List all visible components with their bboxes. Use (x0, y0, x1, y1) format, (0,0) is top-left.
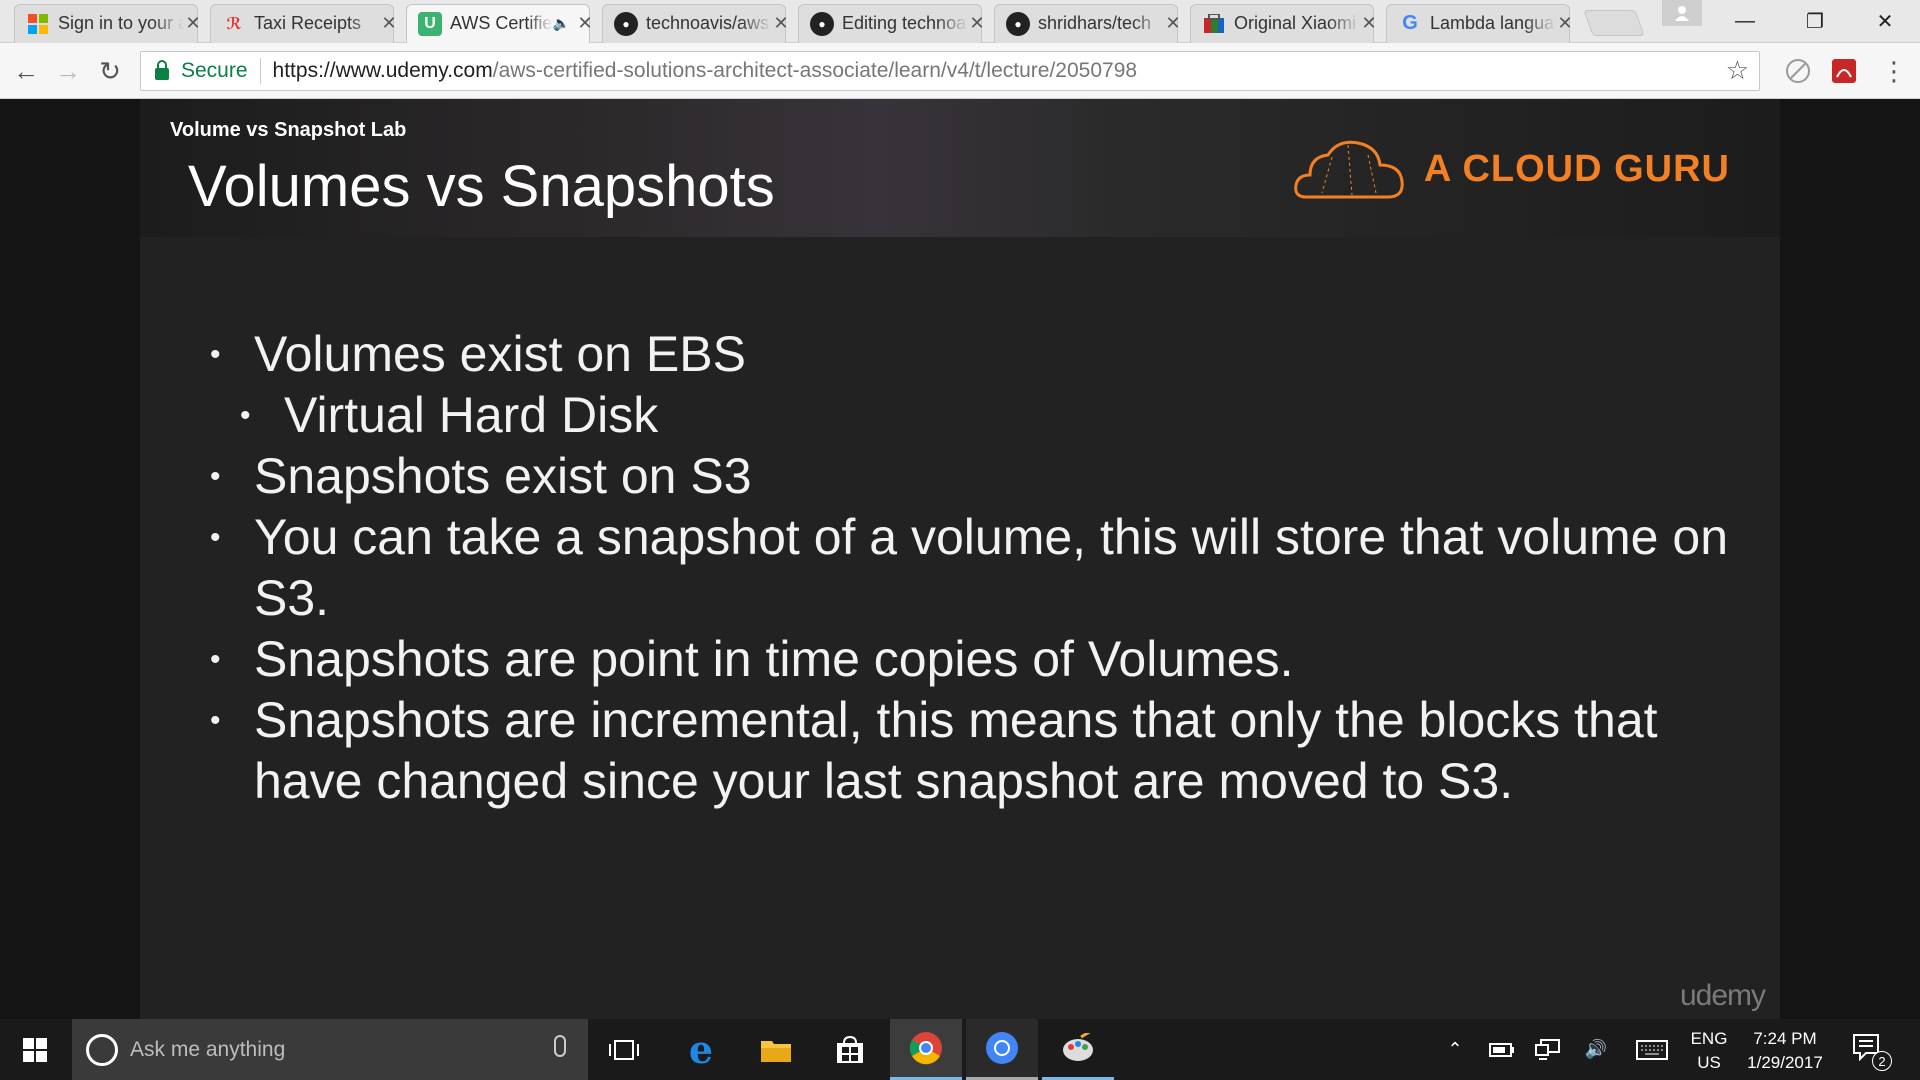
search-placeholder: Ask me anything (130, 1037, 286, 1061)
close-tab-icon[interactable]: ✕ (1164, 13, 1182, 34)
notification-badge: 2 (1872, 1051, 1892, 1071)
edge-icon[interactable]: e (665, 1019, 737, 1080)
cloud-logo-icon (1294, 140, 1404, 199)
github-icon: ● (1006, 11, 1030, 36)
profile-icon[interactable] (1662, 0, 1702, 26)
store-icon[interactable] (814, 1019, 886, 1080)
task-view-icon[interactable] (588, 1019, 660, 1080)
close-tab-icon[interactable]: ✕ (184, 13, 202, 34)
back-icon[interactable]: ← (8, 53, 44, 89)
close-tab-icon[interactable]: ✕ (772, 13, 790, 34)
slide-title: Volumes vs Snapshots (188, 154, 775, 219)
file-explorer-icon[interactable] (740, 1019, 812, 1080)
clock-time: 7:24 PM (1753, 1029, 1817, 1048)
tab-title: Editing technoavis (842, 13, 968, 33)
windows-icon (23, 1037, 47, 1062)
action-center-icon[interactable]: 2 (1852, 1033, 1892, 1071)
google-icon: G (1402, 12, 1418, 34)
menu-icon[interactable]: ⋮ (1878, 55, 1910, 87)
tab-title: technoavis/aws (646, 13, 770, 33)
bullet-item: Snapshots are point in time copies of Vo… (210, 629, 1730, 690)
tab-aws-certified[interactable]: U AWS Certified Solutions Architect 🔈 ✕ (392, 4, 604, 43)
chrome-icon[interactable] (890, 1019, 962, 1080)
tab-title: Sign in to your account (58, 13, 184, 33)
brand-name: A CLOUD GURU (1423, 147, 1730, 190)
close-tab-icon[interactable]: ✕ (1556, 13, 1574, 34)
secure-label: Secure (181, 59, 248, 82)
start-button[interactable] (0, 1019, 70, 1080)
cortana-search[interactable]: Ask me anything (72, 1019, 588, 1080)
tab-title: Lambda language (1430, 13, 1556, 33)
minimize-icon[interactable]: — (1710, 0, 1780, 43)
cortana-icon (86, 1033, 118, 1066)
bullet-item: Snapshots are incremental, this means th… (210, 690, 1730, 812)
volume-icon[interactable]: 🔊 (1578, 1019, 1614, 1080)
tab-lambda[interactable]: G Lambda language ✕ (1372, 4, 1584, 43)
tab-editing[interactable]: ● Editing technoavis ✕ (784, 4, 996, 43)
close-tab-icon[interactable]: ✕ (380, 13, 398, 34)
lab-label: Volume vs Snapshot Lab (170, 119, 407, 141)
tab-title: Taxi Receipts (254, 13, 362, 33)
udemy-icon: U (418, 11, 442, 36)
brand-logo: A CLOUD GURU (1292, 135, 1730, 203)
region-code: US (1697, 1053, 1721, 1072)
bullet-item: You can take a snapshot of a volume, thi… (210, 507, 1730, 629)
close-tab-icon[interactable]: ✕ (968, 13, 986, 34)
chrome-canary-icon[interactable] (966, 1019, 1038, 1080)
restore-icon[interactable]: ❐ (1780, 0, 1850, 43)
language-code: ENG (1690, 1029, 1728, 1048)
video-player[interactable]: Volume vs Snapshot Lab Volumes vs Snapsh… (0, 99, 1920, 1019)
address-bar[interactable]: Secure https://www.udemy.com /aws-certif… (140, 51, 1760, 91)
forward-icon[interactable]: → (50, 53, 86, 89)
lecture-slide: Volume vs Snapshot Lab Volumes vs Snapsh… (140, 99, 1780, 1019)
microsoft-icon (26, 12, 50, 36)
show-hidden-icons-icon[interactable]: ⌃ (1440, 1019, 1470, 1080)
taskbar: Ask me anything e ⌃ 🔊 ENG US 7:24 PM 1/2… (0, 1019, 1920, 1080)
microphone-icon[interactable] (554, 1035, 566, 1057)
tab-title: AWS Certified Solutions Architect (450, 13, 553, 33)
bullet-list: Volumes exist on EBS Virtual Hard Disk S… (210, 324, 1730, 812)
github-icon: ● (614, 11, 638, 36)
system-clock[interactable]: 7:24 PM 1/29/2017 (1740, 1027, 1830, 1075)
tab-title: Original Xiaomi (1234, 13, 1357, 33)
paint-icon[interactable] (1042, 1019, 1114, 1080)
extension-icon[interactable] (1782, 55, 1814, 87)
close-tab-icon[interactable]: ✕ (576, 13, 594, 34)
lock-icon (155, 60, 169, 80)
speaker-icon[interactable]: 🔈 (553, 15, 570, 32)
reload-icon[interactable]: ↻ (92, 53, 128, 89)
clock-date: 1/29/2017 (1747, 1053, 1823, 1072)
language-indicator[interactable]: ENG US (1686, 1027, 1732, 1075)
keyboard-icon[interactable] (1630, 1019, 1674, 1080)
tab-strip: Sign in to your account ✕ ℛ Taxi Receipt… (0, 0, 1920, 43)
udemy-watermark: udemy (1679, 979, 1766, 1012)
tab-technoavis[interactable]: ● technoavis/aws ✕ (588, 4, 800, 43)
close-window-icon[interactable]: ✕ (1850, 0, 1920, 43)
tab-title: shridhars/tech (1038, 13, 1152, 33)
tab-sign-in[interactable]: Sign in to your account ✕ (0, 4, 212, 43)
slide-header: Volume vs Snapshot Lab Volumes vs Snapsh… (140, 99, 1780, 237)
browser-toolbar: ← → ↻ Secure https://www.udemy.com /aws-… (0, 43, 1920, 99)
close-tab-icon[interactable]: ✕ (1360, 13, 1378, 34)
url-host: https://www.udemy.com (272, 59, 493, 82)
url-path: /aws-certified-solutions-architect-assoc… (492, 59, 1138, 82)
sub-bullet-item: Virtual Hard Disk (210, 385, 1730, 446)
new-tab-button[interactable] (1583, 10, 1645, 36)
divider (259, 58, 261, 84)
receipt-icon: ℛ (226, 15, 242, 33)
battery-icon[interactable] (1484, 1019, 1520, 1080)
shop-icon (1202, 12, 1226, 36)
github-icon: ● (810, 11, 834, 36)
acrobat-icon[interactable] (1828, 55, 1860, 87)
bookmark-star-icon[interactable]: ☆ (1726, 55, 1749, 86)
network-icon[interactable] (1530, 1019, 1566, 1080)
tab-taxi-receipts[interactable]: ℛ Taxi Receipts ✕ (196, 4, 408, 43)
tab-original-xiaomi[interactable]: Original Xiaomi ✕ (1176, 4, 1388, 43)
bullet-item: Snapshots exist on S3 (210, 446, 1730, 507)
tab-shridhars[interactable]: ● shridhars/tech ✕ (980, 4, 1192, 43)
bullet-item: Volumes exist on EBS (210, 324, 1730, 385)
